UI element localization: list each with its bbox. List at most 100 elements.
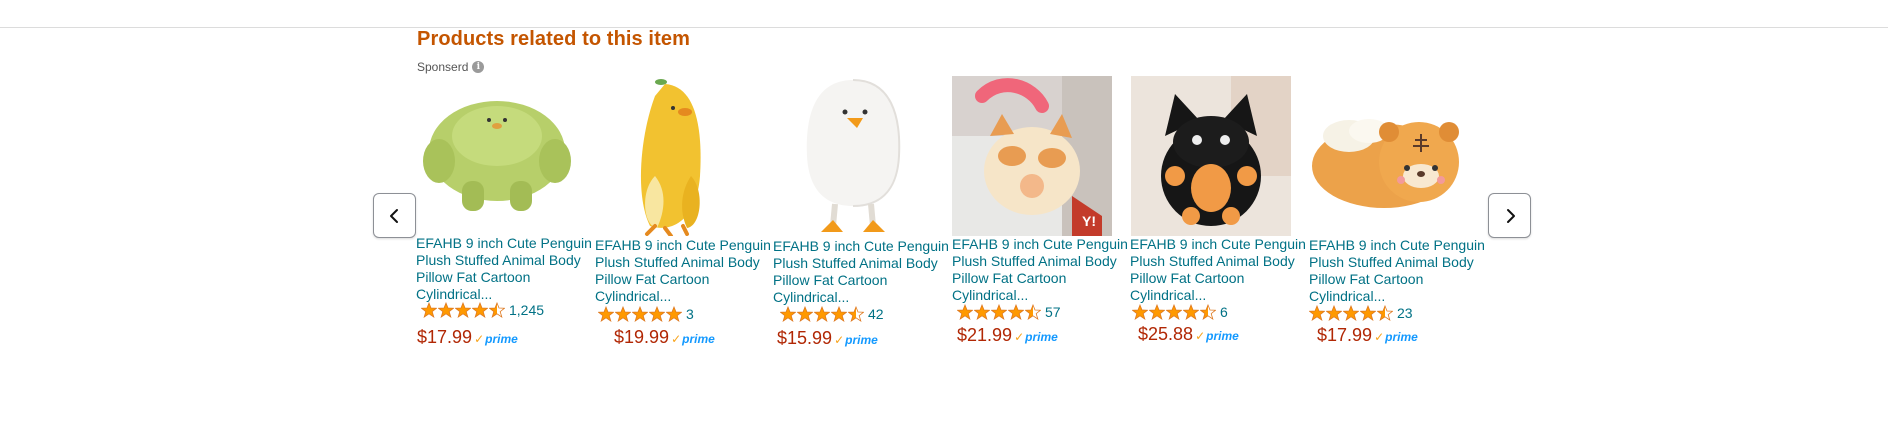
product-price: $19.99 xyxy=(614,327,670,347)
star-rating-icon xyxy=(780,306,864,322)
prime-badge: ✓ prime xyxy=(1014,330,1058,344)
price-row: $19.99 ✓ prime xyxy=(614,327,715,348)
star-icon xyxy=(649,306,665,322)
prime-label: prime xyxy=(485,332,518,346)
sponsored-label-row[interactable]: Sponserd i xyxy=(417,60,485,74)
product-card[interactable] xyxy=(773,76,949,236)
svg-text:Y!: Y! xyxy=(1082,213,1096,229)
star-icon xyxy=(632,306,648,322)
prime-check-icon: ✓ xyxy=(671,332,682,346)
carousel-next-button[interactable] xyxy=(1488,193,1531,238)
product-rating[interactable]: 1,245 xyxy=(421,302,544,318)
title-line: EFAHB 9 inch Cute Penguin xyxy=(1309,237,1485,253)
title-line: Plush Stuffed Animal Body xyxy=(952,253,1117,269)
rating-count[interactable]: 3 xyxy=(686,306,694,322)
product-image-tiger-plush[interactable] xyxy=(1309,76,1469,236)
title-line: Cylindrical... xyxy=(595,288,672,304)
info-icon[interactable]: i xyxy=(472,61,485,73)
star-icon xyxy=(438,302,454,318)
product-price: $17.99 xyxy=(1317,325,1373,345)
star-icon xyxy=(797,306,813,322)
product-image-black-cat[interactable] xyxy=(1131,76,1291,236)
product-title-link[interactable]: EFAHB 9 inch Cute Penguin Plush Stuffed … xyxy=(1309,237,1487,305)
product-card[interactable]: Y! xyxy=(952,76,1128,236)
prime-check-icon: ✓ xyxy=(1014,330,1025,344)
prime-badge: ✓ prime xyxy=(834,333,878,347)
rating-count[interactable]: 1,245 xyxy=(509,302,544,318)
title-line: Pillow Fat Cartoon xyxy=(773,272,888,288)
product-rating[interactable]: 57 xyxy=(957,304,1061,320)
title-line: Pillow Fat Cartoon xyxy=(952,270,1067,286)
price-row: $25.88 ✓ prime xyxy=(1138,324,1239,345)
star-icon xyxy=(780,306,796,322)
product-image-banana-duck[interactable] xyxy=(595,76,755,238)
title-line: Cylindrical... xyxy=(1130,287,1207,303)
star-icon xyxy=(615,306,631,322)
title-line: Cylindrical... xyxy=(1309,288,1386,304)
title-line: Plush Stuffed Animal Body xyxy=(416,252,581,268)
star-icon xyxy=(991,304,1007,320)
rating-count[interactable]: 57 xyxy=(1045,304,1061,320)
star-icon xyxy=(1166,304,1182,320)
title-line: EFAHB 9 inch Cute Penguin xyxy=(595,237,771,253)
price-row: $21.99 ✓ prime xyxy=(957,325,1058,346)
prime-badge: ✓ prime xyxy=(474,332,518,346)
star-icon xyxy=(1183,304,1199,320)
product-rating[interactable]: 3 xyxy=(598,306,694,322)
title-line: Cylindrical... xyxy=(416,286,493,302)
product-card[interactable] xyxy=(1309,76,1485,236)
title-line: Plush Stuffed Animal Body xyxy=(595,254,760,270)
title-line: EFAHB 9 inch Cute Penguin xyxy=(773,238,949,254)
product-price: $17.99 xyxy=(417,327,473,347)
prime-check-icon: ✓ xyxy=(834,333,845,347)
prime-label: prime xyxy=(682,332,715,346)
product-image-green-plush[interactable] xyxy=(417,76,577,236)
product-rating[interactable]: 6 xyxy=(1132,304,1228,320)
prime-badge: ✓ prime xyxy=(1195,329,1239,343)
product-title-link[interactable]: EFAHB 9 inch Cute Penguin Plush Stuffed … xyxy=(416,235,594,303)
title-line: Plush Stuffed Animal Body xyxy=(1309,254,1474,270)
star-icon xyxy=(1377,305,1393,321)
star-rating-icon xyxy=(421,302,505,318)
product-price: $21.99 xyxy=(957,325,1013,345)
sponsored-label: Sponserd xyxy=(417,60,469,74)
product-card[interactable] xyxy=(417,76,593,236)
star-icon xyxy=(489,302,505,318)
prime-badge: ✓ prime xyxy=(1374,330,1418,344)
carousel-prev-button[interactable] xyxy=(373,193,416,238)
product-title-link[interactable]: EFAHB 9 inch Cute Penguin Plush Stuffed … xyxy=(1130,236,1308,304)
rating-count[interactable]: 23 xyxy=(1397,305,1413,321)
star-icon xyxy=(1343,305,1359,321)
star-icon xyxy=(598,306,614,322)
rating-count[interactable]: 42 xyxy=(868,306,884,322)
star-icon xyxy=(472,302,488,318)
star-icon xyxy=(1200,304,1216,320)
star-icon xyxy=(421,302,437,318)
product-image-cat-plush[interactable]: Y! xyxy=(952,76,1112,236)
star-rating-icon xyxy=(598,306,682,322)
star-icon xyxy=(1360,305,1376,321)
star-icon xyxy=(974,304,990,320)
product-title-link[interactable]: EFAHB 9 inch Cute Penguin Plush Stuffed … xyxy=(595,237,773,305)
rating-count[interactable]: 6 xyxy=(1220,304,1228,320)
prime-label: prime xyxy=(1385,330,1418,344)
title-line: EFAHB 9 inch Cute Penguin xyxy=(952,236,1128,252)
title-line: Pillow Fat Cartoon xyxy=(595,271,710,287)
star-icon xyxy=(455,302,471,318)
price-row: $17.99 ✓ prime xyxy=(1317,325,1418,346)
prime-label: prime xyxy=(845,333,878,347)
product-title-link[interactable]: EFAHB 9 inch Cute Penguin Plush Stuffed … xyxy=(773,238,951,306)
title-line: EFAHB 9 inch Cute Penguin xyxy=(416,235,592,251)
top-divider xyxy=(0,27,1888,28)
product-card[interactable] xyxy=(1131,76,1307,236)
product-rating[interactable]: 23 xyxy=(1309,305,1413,321)
product-card[interactable] xyxy=(595,76,771,238)
chevron-right-icon xyxy=(1506,208,1515,223)
product-rating[interactable]: 42 xyxy=(780,306,884,322)
product-title-link[interactable]: EFAHB 9 inch Cute Penguin Plush Stuffed … xyxy=(952,236,1130,304)
prime-check-icon: ✓ xyxy=(1374,330,1385,344)
title-line: Cylindrical... xyxy=(952,287,1029,303)
product-image-white-duck[interactable] xyxy=(773,76,933,236)
star-rating-icon xyxy=(957,304,1041,320)
title-line: Plush Stuffed Animal Body xyxy=(773,255,938,271)
